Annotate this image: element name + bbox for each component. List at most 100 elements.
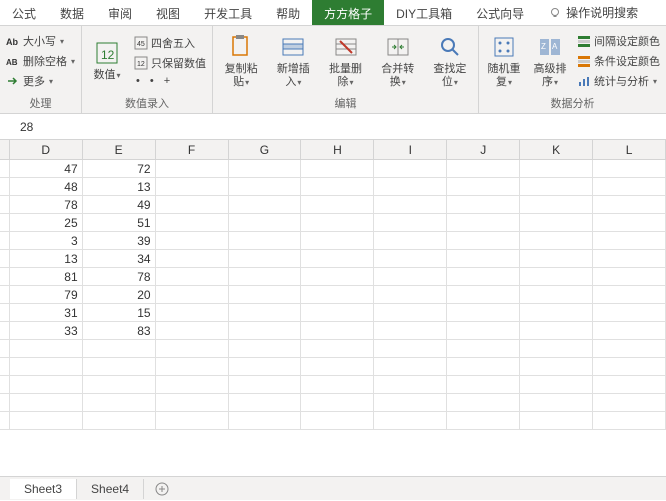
cell[interactable] (447, 358, 520, 375)
cell[interactable] (447, 304, 520, 321)
spreadsheet-grid[interactable]: D E F G H I J K L 4772481378492551339133… (0, 140, 666, 430)
cell[interactable] (447, 178, 520, 195)
cell[interactable] (374, 286, 447, 303)
cell[interactable] (520, 268, 593, 285)
cell[interactable] (447, 376, 520, 393)
cell[interactable]: 25 (10, 214, 83, 231)
cell[interactable] (10, 358, 83, 375)
cell[interactable] (156, 232, 229, 249)
cell[interactable] (156, 304, 229, 321)
cell[interactable] (593, 178, 666, 195)
cell[interactable] (156, 268, 229, 285)
cell[interactable]: 48 (10, 178, 83, 195)
cell[interactable] (301, 358, 374, 375)
cell[interactable]: 13 (10, 250, 83, 267)
cell[interactable] (229, 160, 302, 177)
keepvalue-button[interactable]: 12 只保留数值 (132, 54, 208, 72)
cell[interactable] (593, 286, 666, 303)
cell[interactable]: 78 (83, 268, 156, 285)
cell[interactable] (229, 340, 302, 357)
cell[interactable] (10, 340, 83, 357)
trim-button[interactable]: AB 删除空格▾ (4, 52, 77, 70)
col-header[interactable]: E (83, 140, 156, 159)
cell[interactable] (156, 250, 229, 267)
cell[interactable]: 15 (83, 304, 156, 321)
cell[interactable] (156, 340, 229, 357)
cell[interactable] (156, 178, 229, 195)
cell[interactable] (10, 412, 83, 429)
cell[interactable] (593, 340, 666, 357)
tab-data[interactable]: 数据 (48, 0, 96, 25)
cell[interactable] (447, 250, 520, 267)
cell[interactable] (374, 358, 447, 375)
cell[interactable]: 31 (10, 304, 83, 321)
tab-view[interactable]: 视图 (144, 0, 192, 25)
cell[interactable] (229, 304, 302, 321)
cell[interactable] (374, 214, 447, 231)
cell[interactable] (229, 250, 302, 267)
cell[interactable]: 47 (10, 160, 83, 177)
cell[interactable] (593, 214, 666, 231)
cell[interactable] (229, 412, 302, 429)
cell[interactable] (593, 160, 666, 177)
cell[interactable]: 49 (83, 196, 156, 213)
cell[interactable] (229, 376, 302, 393)
cell[interactable] (520, 304, 593, 321)
cell[interactable] (156, 394, 229, 411)
corner-cell[interactable] (0, 140, 10, 159)
cell[interactable]: 51 (83, 214, 156, 231)
cell[interactable] (520, 340, 593, 357)
cell[interactable] (447, 196, 520, 213)
random-button[interactable]: 随机重复▾ (483, 28, 525, 94)
numeric-more-button[interactable]: ••+ (132, 74, 208, 88)
cell[interactable] (447, 412, 520, 429)
cell[interactable] (156, 214, 229, 231)
cell[interactable] (229, 286, 302, 303)
cell[interactable]: 83 (83, 322, 156, 339)
cell[interactable] (374, 340, 447, 357)
cell[interactable] (374, 412, 447, 429)
cell[interactable] (229, 232, 302, 249)
cell[interactable] (593, 268, 666, 285)
cell[interactable] (520, 376, 593, 393)
cell[interactable]: 81 (10, 268, 83, 285)
cell[interactable] (520, 178, 593, 195)
round-button[interactable]: 45 四舍五入 (132, 34, 208, 52)
numeric-button[interactable]: 12 数值▾ (86, 28, 128, 94)
cell[interactable] (301, 178, 374, 195)
cell[interactable] (374, 196, 447, 213)
merge-button[interactable]: 合并转换▾ (374, 28, 422, 94)
case-button[interactable]: Ab 大小写▾ (4, 32, 77, 50)
insert-button[interactable]: 新增插入▾ (269, 28, 317, 94)
cell[interactable] (83, 340, 156, 357)
cell[interactable] (229, 358, 302, 375)
cell[interactable] (156, 196, 229, 213)
cell[interactable] (374, 160, 447, 177)
cell[interactable] (520, 286, 593, 303)
cell[interactable] (156, 412, 229, 429)
cell[interactable] (156, 160, 229, 177)
col-header[interactable]: J (447, 140, 520, 159)
cell[interactable] (520, 394, 593, 411)
more-button[interactable]: 更多▾ (4, 72, 77, 90)
cell[interactable] (374, 250, 447, 267)
condcolor-button[interactable]: 条件设定颜色 (575, 52, 662, 70)
cell[interactable] (301, 322, 374, 339)
cell[interactable] (301, 286, 374, 303)
cell[interactable] (156, 358, 229, 375)
tab-fangfang[interactable]: 方方格子 (312, 0, 384, 25)
sheet-tab[interactable]: Sheet3 (10, 479, 77, 499)
cell[interactable]: 79 (10, 286, 83, 303)
add-sheet-button[interactable] (150, 477, 174, 501)
stats-button[interactable]: 统计与分析▾ (575, 72, 662, 90)
cell[interactable] (156, 286, 229, 303)
cell[interactable] (83, 358, 156, 375)
cell[interactable] (10, 376, 83, 393)
cell[interactable] (593, 196, 666, 213)
cell[interactable] (520, 214, 593, 231)
col-header[interactable]: F (156, 140, 229, 159)
cell[interactable] (301, 250, 374, 267)
cell[interactable] (83, 394, 156, 411)
cell[interactable] (447, 268, 520, 285)
formula-bar[interactable]: 28 (0, 114, 666, 140)
